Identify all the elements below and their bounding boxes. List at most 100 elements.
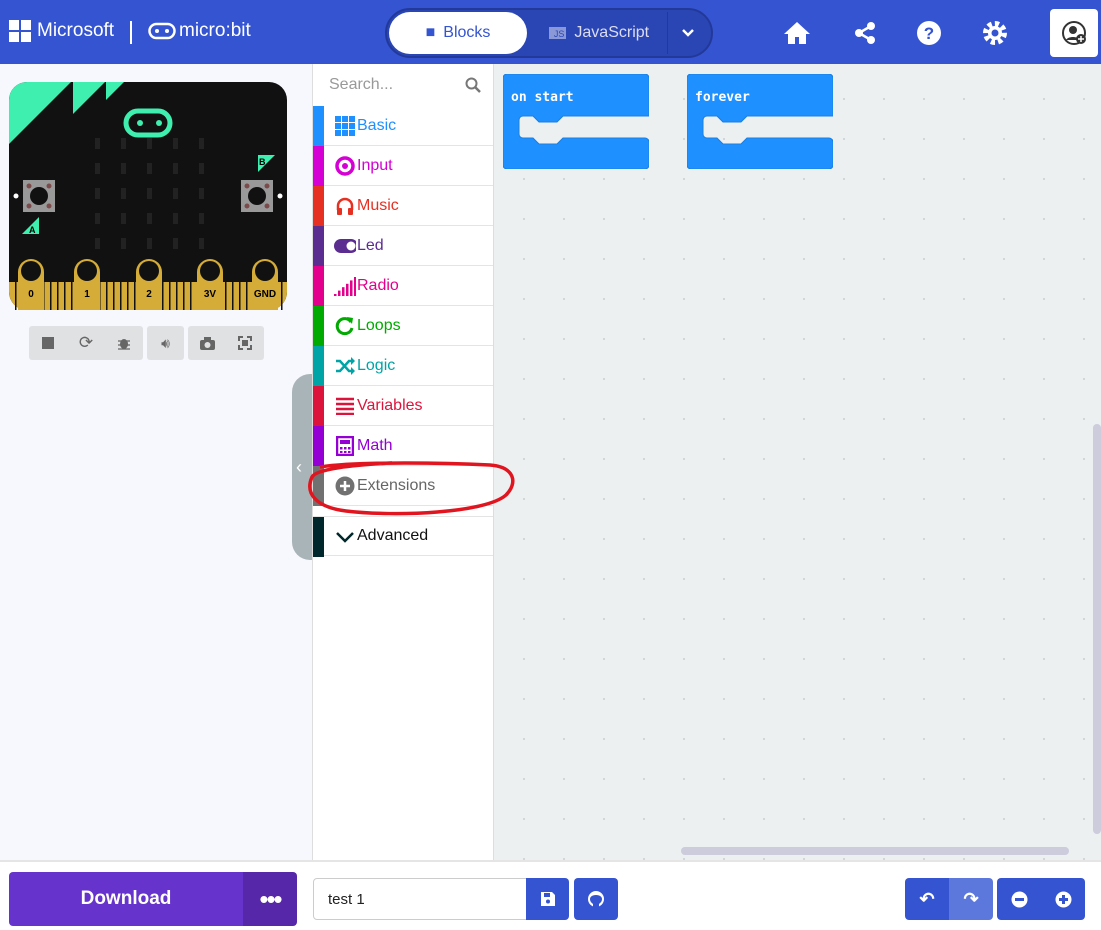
sim-controls-sound: 🔊︎ — [147, 326, 184, 360]
red-circle-annotation — [308, 461, 515, 516]
led — [199, 163, 204, 174]
led — [147, 238, 152, 249]
signal-icon — [334, 275, 356, 297]
category-variables[interactable]: Variables — [313, 386, 493, 426]
redo-button[interactable]: ↷ — [949, 878, 993, 920]
tab-label: JavaScript — [574, 24, 650, 41]
block-label: on start — [511, 90, 574, 105]
product-label: micro:bit — [179, 20, 251, 41]
debug-icon[interactable] — [105, 336, 143, 350]
chevron-down-icon — [681, 29, 694, 37]
category-label: Advanced — [357, 527, 429, 544]
microsoft-logo[interactable]: Microsoft — [9, 20, 114, 42]
led — [121, 238, 126, 249]
category-radio[interactable]: Radio — [313, 266, 493, 306]
category-logic[interactable]: Logic — [313, 346, 493, 386]
pin-label: GND — [254, 289, 276, 300]
led — [121, 138, 126, 149]
microbit-logo[interactable]: micro:bit — [148, 20, 251, 42]
category-color-bar — [313, 266, 324, 306]
category-label: Music — [357, 196, 399, 214]
category-label: Math — [357, 436, 393, 454]
stop-icon[interactable] — [29, 337, 67, 349]
on-start-block[interactable]: on start — [502, 73, 650, 170]
pin-label: 2 — [146, 289, 152, 300]
led — [199, 188, 204, 199]
button-b[interactable] — [241, 180, 273, 212]
pin-0[interactable]: 0 — [18, 259, 44, 310]
button-b-label: B — [259, 157, 266, 167]
pin-gnd[interactable]: GND — [252, 259, 278, 310]
toolbox-search[interactable]: Search... — [313, 64, 493, 106]
download-button[interactable]: Download — [9, 872, 243, 926]
zoom-in-icon — [1055, 891, 1071, 907]
led — [173, 138, 178, 149]
vertical-scrollbar[interactable] — [1093, 424, 1101, 834]
microbit-icon — [148, 22, 176, 40]
horizontal-scrollbar[interactable] — [681, 847, 1069, 855]
zoom-out-button[interactable] — [997, 878, 1041, 920]
undo-button[interactable]: ↶ — [905, 878, 949, 920]
search-input[interactable]: Search... — [329, 76, 393, 94]
save-button[interactable] — [526, 878, 569, 920]
puzzle-icon: ■ — [425, 24, 436, 41]
led — [199, 213, 204, 224]
grid-icon — [334, 115, 356, 137]
header: Microsoft micro:bit ■ Blocks JS JavaScript… — [0, 0, 1101, 64]
pin-2[interactable]: 2 — [136, 259, 162, 310]
block-label: forever — [695, 90, 750, 105]
category-color-bar — [313, 346, 324, 386]
settings-button[interactable] — [980, 18, 1010, 48]
lines-icon — [334, 395, 356, 417]
led — [173, 163, 178, 174]
category-color-bar — [313, 146, 324, 186]
project-name-input[interactable] — [313, 878, 527, 920]
sound-icon[interactable]: 🔊︎ — [147, 335, 184, 352]
button-a[interactable] — [23, 180, 55, 212]
pin-1[interactable]: 1 — [74, 259, 100, 310]
pin-3v[interactable]: 3V — [197, 259, 223, 310]
led — [173, 213, 178, 224]
headphones-icon — [334, 195, 356, 217]
category-music[interactable]: Music — [313, 186, 493, 226]
fullscreen-icon[interactable] — [226, 336, 264, 350]
save-icon — [540, 892, 555, 906]
forever-block[interactable]: forever — [686, 73, 834, 170]
more-options-button[interactable]: ••• — [243, 872, 297, 926]
microbit-board[interactable]: A B 0 1 2 3V GND — [9, 82, 287, 310]
led — [95, 188, 100, 199]
home-button[interactable] — [782, 18, 812, 48]
zoom-in-button[interactable] — [1041, 878, 1085, 920]
chevron-down-icon — [334, 526, 356, 548]
category-label: Input — [357, 156, 393, 174]
help-button[interactable]: ? — [914, 18, 944, 48]
share-button[interactable] — [850, 18, 880, 48]
target-icon — [334, 155, 356, 177]
github-button[interactable] — [574, 878, 618, 920]
divider — [130, 21, 132, 44]
loop-icon — [334, 315, 356, 337]
sim-controls-main: ⟳ — [29, 326, 143, 360]
screenshot-icon[interactable] — [188, 336, 226, 350]
calculator-icon — [334, 435, 356, 457]
led — [173, 188, 178, 199]
pin-label: 3V — [204, 289, 217, 300]
pin-label: 0 — [28, 289, 34, 300]
category-loops[interactable]: Loops — [313, 306, 493, 346]
blocks-workspace[interactable]: on start forever — [494, 64, 1101, 860]
language-dropdown[interactable] — [667, 12, 707, 54]
category-color-bar — [313, 106, 324, 146]
tab-javascript[interactable]: JS JavaScript — [535, 12, 663, 54]
category-label: Led — [357, 236, 384, 254]
category-input[interactable]: Input — [313, 146, 493, 186]
tab-blocks[interactable]: ■ Blocks — [389, 12, 527, 54]
category-color-bar — [313, 386, 324, 426]
restart-icon[interactable]: ⟳ — [67, 333, 105, 353]
undo-icon: ↶ — [919, 888, 935, 909]
led — [95, 138, 100, 149]
sign-in-button[interactable] — [1050, 9, 1098, 57]
led — [95, 238, 100, 249]
led — [95, 163, 100, 174]
category-basic[interactable]: Basic — [313, 106, 493, 146]
category-led[interactable]: Led — [313, 226, 493, 266]
